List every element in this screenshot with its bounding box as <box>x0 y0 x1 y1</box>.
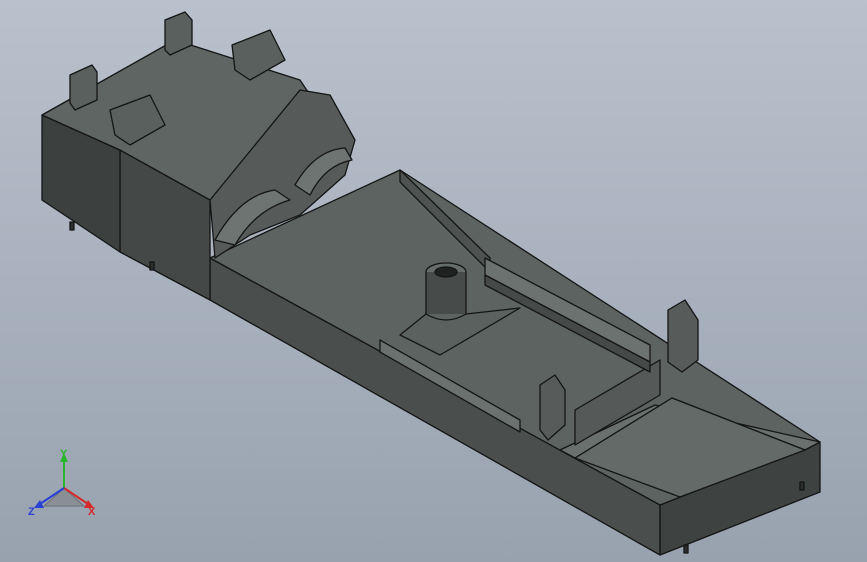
boss-body <box>426 272 466 314</box>
notch-4 <box>69 221 75 231</box>
y-axis-label: Y <box>60 448 68 460</box>
orientation-triad: Y X Z <box>28 448 96 518</box>
upright-right <box>667 299 699 373</box>
x-axis-label: X <box>88 506 96 518</box>
3d-part-model[interactable] <box>0 0 867 562</box>
graphics-viewport[interactable]: Y X Z <box>0 0 867 562</box>
notch-2 <box>799 481 805 491</box>
notch-1 <box>683 544 689 554</box>
z-axis-label: Z <box>28 506 35 518</box>
boss-hole <box>434 266 458 278</box>
notch-3 <box>149 261 155 271</box>
